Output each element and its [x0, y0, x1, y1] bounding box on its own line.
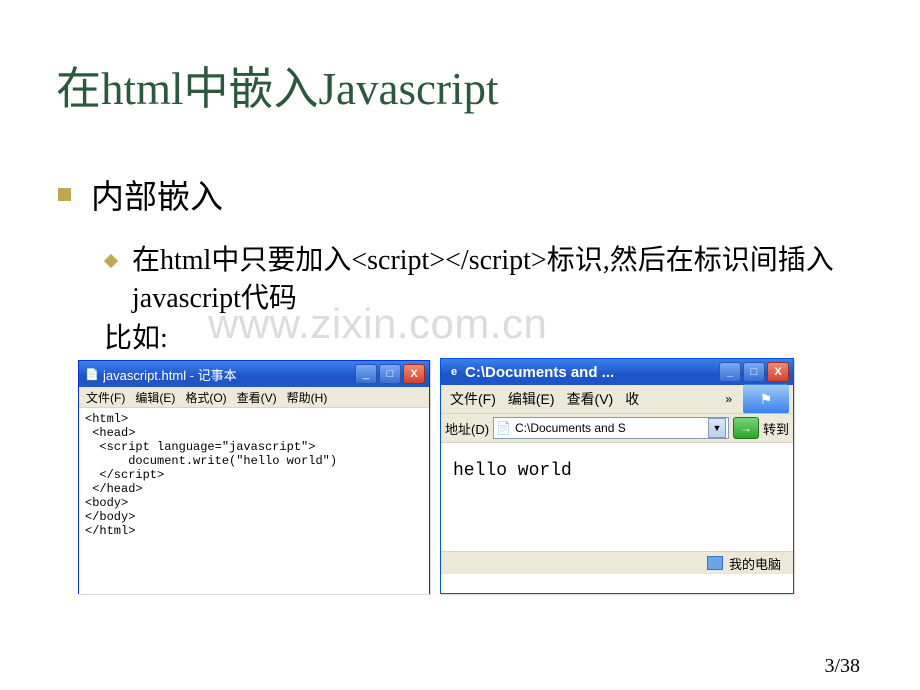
ie-flag-icon: ⚑: [743, 384, 789, 414]
notepad-title-text: javascript.html - 记事本: [103, 365, 355, 384]
bullet-level-2-text: 在html中只要加入<script></script>标识,然后在标识间插入ja…: [132, 242, 866, 318]
address-label: 地址(D): [445, 419, 489, 438]
bullet-level-1-text: 内部嵌入: [91, 170, 223, 218]
ie-titlebar[interactable]: e C:\Documents and ... _ □ X: [441, 359, 793, 385]
slide-title: 在html中嵌入Javascript: [56, 52, 498, 117]
status-text: 我的电脑: [729, 554, 781, 573]
ie-addressbar: 地址(D) 📄 C:\Documents and S ▼ → 转到: [441, 414, 793, 443]
monitor-icon: [707, 556, 723, 570]
go-label: 转到: [763, 419, 789, 438]
ie-close-button[interactable]: X: [767, 362, 789, 382]
ie-menu-file[interactable]: 文件(F): [445, 386, 501, 412]
ie-maximize-button[interactable]: □: [743, 362, 765, 382]
menu-view[interactable]: 查看(V): [232, 387, 282, 408]
ie-window: e C:\Documents and ... _ □ X 文件(F) 编辑(E)…: [440, 358, 794, 594]
notepad-menubar: 文件(F) 编辑(E) 格式(O) 查看(V) 帮助(H): [79, 387, 429, 408]
ie-window-buttons: _ □ X: [719, 362, 789, 382]
page-number: 3/38: [824, 655, 860, 678]
example-label: 比如:: [104, 316, 168, 356]
ie-statusbar: 我的电脑: [441, 551, 793, 574]
menu-edit[interactable]: 编辑(E): [130, 387, 180, 408]
ie-menu-view[interactable]: 查看(V): [562, 386, 619, 412]
notepad-titlebar[interactable]: 📄 javascript.html - 记事本 _ □ X: [79, 361, 429, 387]
ie-minimize-button[interactable]: _: [719, 362, 741, 382]
ie-menubar: 文件(F) 编辑(E) 查看(V) 收 » ⚑: [441, 385, 793, 414]
notepad-icon: 📄: [85, 367, 99, 381]
go-arrow-icon: →: [740, 421, 752, 435]
ie-title-text: C:\Documents and ...: [465, 364, 719, 381]
menu-help[interactable]: 帮助(H): [282, 387, 333, 408]
menu-overflow-chevron-icon[interactable]: »: [720, 389, 737, 409]
bullet-square-icon: [58, 188, 71, 201]
notepad-window: 📄 javascript.html - 记事本 _ □ X 文件(F) 编辑(E…: [78, 360, 430, 594]
address-dropdown-icon[interactable]: ▼: [708, 418, 726, 438]
slide: 在html中嵌入Javascript 内部嵌入 在html中只要加入<scrip…: [0, 0, 920, 690]
ie-content: hello world: [441, 443, 793, 551]
maximize-button[interactable]: □: [379, 364, 401, 384]
ie-menu-fav[interactable]: 收: [620, 386, 644, 412]
address-input[interactable]: 📄 C:\Documents and S ▼: [493, 417, 729, 439]
address-value: C:\Documents and S: [515, 421, 626, 435]
window-buttons: _ □ X: [355, 364, 425, 384]
file-icon: 📄: [496, 421, 511, 435]
bullet-list: 内部嵌入 在html中只要加入<script></script>标识,然后在标识…: [58, 170, 866, 318]
menu-format[interactable]: 格式(O): [180, 387, 231, 408]
close-button[interactable]: X: [403, 364, 425, 384]
go-button[interactable]: →: [733, 417, 759, 439]
menu-file[interactable]: 文件(F): [81, 387, 130, 408]
ie-icon: e: [447, 365, 461, 379]
bullet-level-2: 在html中只要加入<script></script>标识,然后在标识间插入ja…: [106, 242, 866, 318]
notepad-content[interactable]: <html> <head> <script language="javascri…: [79, 408, 429, 594]
bullet-level-1: 内部嵌入: [58, 170, 866, 218]
bullet-diamond-icon: [104, 254, 118, 268]
minimize-button[interactable]: _: [355, 364, 377, 384]
ie-menu-edit[interactable]: 编辑(E): [503, 386, 560, 412]
